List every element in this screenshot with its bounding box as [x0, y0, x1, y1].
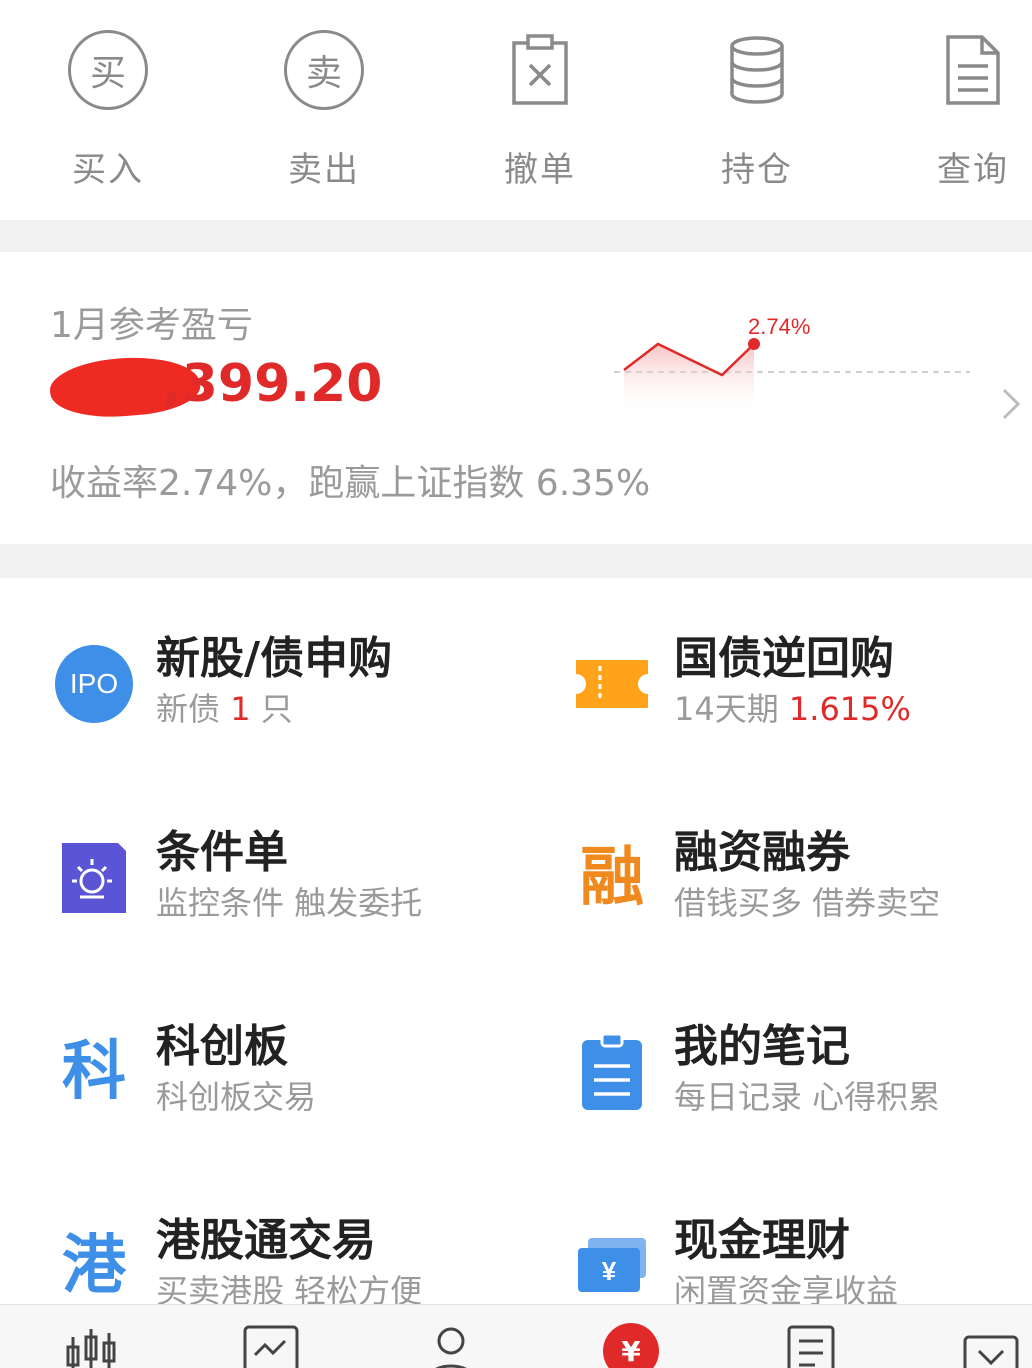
feature-subtitle: 借钱买多 借券卖空: [674, 884, 941, 922]
margin-icon: 融: [580, 841, 644, 915]
feature-notes[interactable]: 我的笔记 每日记录 心得积累: [570, 1010, 1032, 1150]
svg-text:¥: ¥: [602, 1256, 617, 1286]
sell-button[interactable]: 卖 卖出: [249, 28, 399, 198]
tab-more[interactable]: [956, 1323, 1026, 1368]
query-button[interactable]: 查询: [898, 28, 1032, 198]
feature-title: 我的笔记: [674, 1021, 850, 1072]
chevron-right-icon: [1002, 388, 1021, 420]
section-divider: [0, 220, 1032, 252]
quick-actions-bar: 买 买入 卖 卖出 撤单 持仓 查询: [0, 0, 1032, 220]
repo-rate: 1.615%: [788, 690, 911, 728]
feature-star-market[interactable]: 科 科创板 科创板交易: [52, 1010, 532, 1150]
section-divider: [0, 544, 1032, 578]
bottom-tab-bar: ¥: [0, 1304, 1032, 1368]
more-icon: [963, 1335, 1019, 1368]
feature-subtitle: 每日记录 心得积累: [674, 1078, 941, 1116]
tab-market[interactable]: [56, 1323, 126, 1368]
feature-condition-order[interactable]: 条件单 监控条件 触发委托: [52, 816, 532, 956]
feature-grid: IPO 新股/债申购 新债 1 只 国债逆回购 14天期 1.615% 条件单 …: [0, 578, 1032, 1310]
document-icon: [787, 1325, 835, 1368]
cancel-order-button[interactable]: 撤单: [465, 28, 615, 198]
position-button[interactable]: 持仓: [682, 28, 832, 198]
cancel-order-icon: [512, 34, 568, 105]
tab-profile[interactable]: [416, 1323, 486, 1368]
hk-connect-icon: 港: [62, 1229, 126, 1303]
sell-icon: 卖: [284, 30, 364, 110]
new-bond-count: 1: [230, 690, 251, 728]
condition-order-icon: [62, 843, 126, 913]
tab-chart[interactable]: [236, 1323, 306, 1368]
ipo-icon: IPO: [55, 645, 133, 723]
feature-subtitle: 科创板交易: [156, 1078, 317, 1116]
monthly-profit-card[interactable]: 1月参考盈亏 ,399.20 收益率2.74%，跑赢上证指数 6.35% 2.7…: [0, 252, 1032, 544]
sparkline-label: 2.74%: [748, 314, 810, 339]
position-label: 持仓: [721, 150, 793, 190]
sell-label: 卖出: [288, 150, 360, 190]
ticket-icon: [576, 660, 648, 708]
trade-icon: ¥: [603, 1323, 659, 1368]
buy-icon: 买: [68, 30, 148, 110]
buy-label: 买入: [72, 150, 144, 190]
profit-sparkline: 2.74%: [614, 314, 970, 418]
feature-subtitle: 14天期 1.615%: [674, 690, 911, 728]
feature-subtitle: 新债 1 只: [156, 690, 293, 728]
tab-trade[interactable]: ¥: [596, 1323, 666, 1368]
notes-icon: [582, 1032, 642, 1110]
feature-subtitle: 监控条件 触发委托: [156, 884, 423, 922]
profit-summary: 收益率2.74%，跑赢上证指数 6.35%: [50, 463, 651, 504]
feature-reverse-repo[interactable]: 国债逆回购 14天期 1.615%: [570, 622, 1032, 762]
feature-title: 科创板: [156, 1021, 288, 1072]
star-market-icon: 科: [62, 1035, 126, 1109]
feature-title: 条件单: [156, 827, 288, 878]
cash-management-icon: ¥: [578, 1238, 646, 1292]
feature-title: 港股通交易: [156, 1215, 376, 1266]
feature-title: 现金理财: [674, 1215, 850, 1266]
query-label: 查询: [937, 150, 1009, 190]
profit-amount: ,399.20: [162, 354, 383, 414]
trend-chart-icon: [243, 1325, 299, 1368]
profit-title: 1月参考盈亏: [50, 305, 253, 346]
feature-title: 新股/债申购: [156, 633, 393, 684]
candlestick-icon: [66, 1329, 116, 1368]
feature-title: 国债逆回购: [674, 633, 894, 684]
tab-news[interactable]: [776, 1323, 846, 1368]
feature-margin-trading[interactable]: 融 融资融券 借钱买多 借券卖空: [570, 816, 1032, 956]
feature-title: 融资融券: [674, 827, 850, 878]
user-icon: [435, 1327, 467, 1368]
cancel-order-label: 撤单: [504, 150, 576, 190]
buy-button[interactable]: 买 买入: [33, 28, 183, 198]
feature-ipo[interactable]: IPO 新股/债申购 新债 1 只: [52, 622, 532, 762]
query-icon: [946, 35, 1000, 105]
position-icon: [730, 36, 784, 104]
